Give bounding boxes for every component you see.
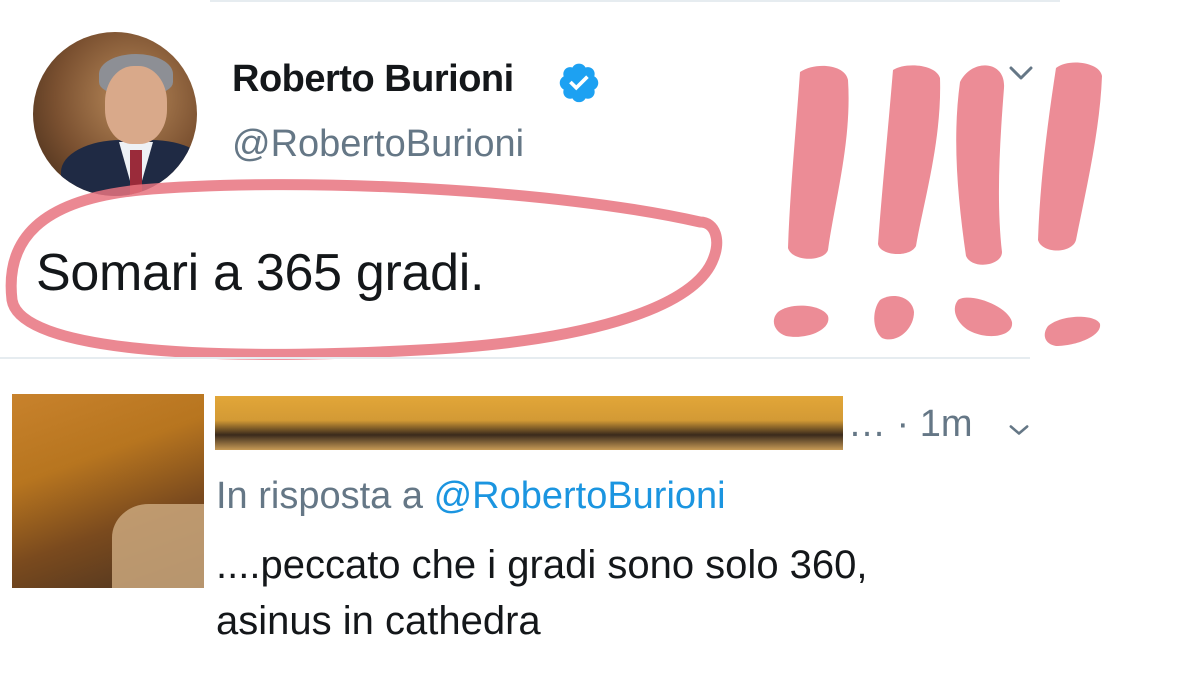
exclamation-dot-1 bbox=[773, 305, 829, 337]
exclamation-dot-4 bbox=[1044, 316, 1101, 346]
reply-author-name-redacted[interactable] bbox=[215, 396, 843, 450]
author-handle[interactable]: @RobertoBurioni bbox=[232, 123, 524, 166]
exclamation-bar-4 bbox=[1038, 62, 1102, 251]
reply-text-line: ....peccato che i gradi sono solo 360, bbox=[216, 543, 868, 587]
in-reply-to: In risposta a @RobertoBurioni bbox=[216, 475, 726, 518]
exclamation-bar-3 bbox=[956, 65, 1005, 265]
tweet-text: Somari a 365 gradi. bbox=[36, 244, 485, 302]
author-avatar[interactable] bbox=[33, 32, 197, 196]
top-divider bbox=[210, 0, 1060, 2]
exclamation-bar-2 bbox=[878, 65, 941, 255]
verified-badge-icon bbox=[559, 63, 599, 103]
reply-text: ....peccato che i gradi sono solo 360, a… bbox=[216, 537, 1116, 649]
author-name[interactable]: Roberto Burioni bbox=[232, 58, 514, 101]
chevron-down-icon[interactable] bbox=[1002, 416, 1036, 444]
exclamation-bar-1 bbox=[788, 65, 849, 259]
reply-timestamp[interactable]: … · 1m bbox=[848, 403, 973, 446]
exclamation-dot-2 bbox=[874, 296, 914, 340]
exclamation-dot-3 bbox=[954, 297, 1013, 337]
reply-text-line: asinus in cathedra bbox=[216, 599, 541, 643]
in-reply-prefix: In risposta a bbox=[216, 475, 423, 517]
mention-link[interactable]: @RobertoBurioni bbox=[434, 475, 726, 517]
tweet-divider bbox=[0, 357, 1030, 359]
chevron-down-icon[interactable] bbox=[1006, 58, 1036, 88]
reply-avatar-pixelated[interactable] bbox=[12, 394, 204, 588]
